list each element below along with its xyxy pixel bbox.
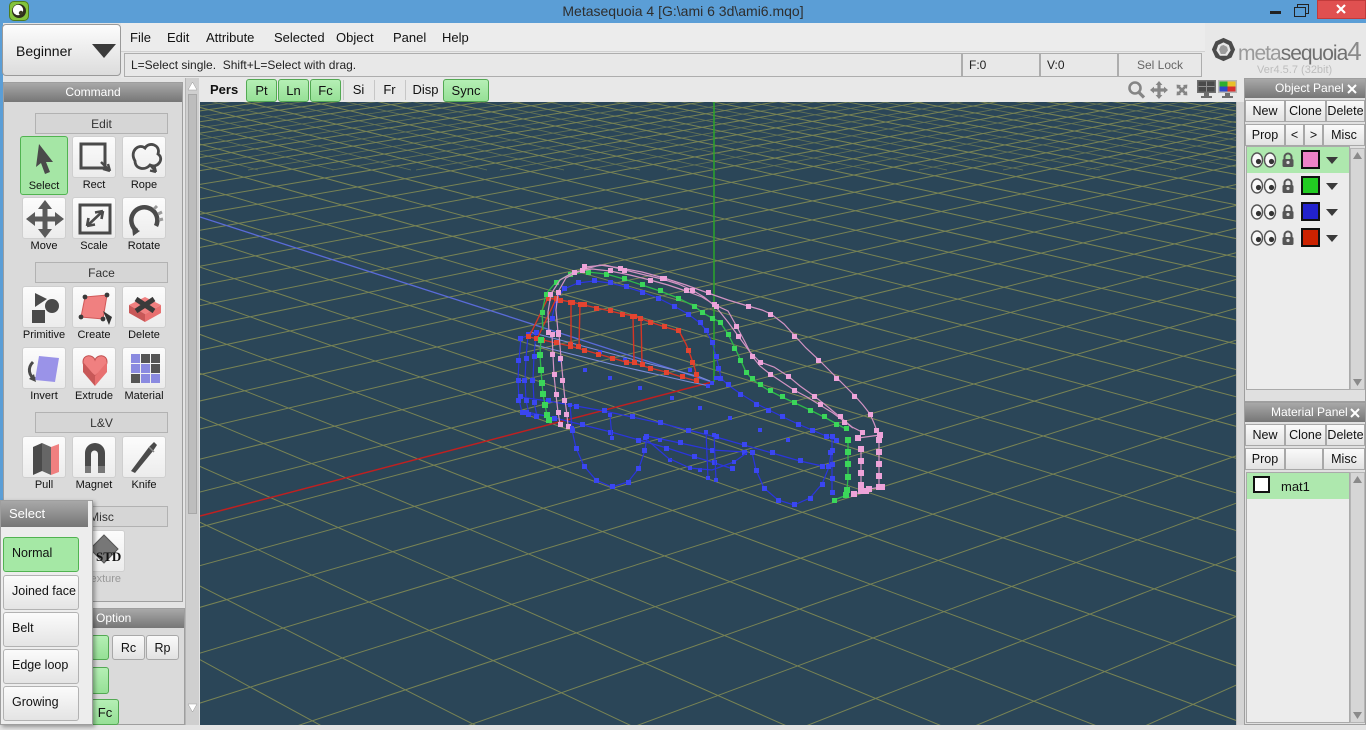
svg-text:STD: STD bbox=[96, 549, 121, 564]
